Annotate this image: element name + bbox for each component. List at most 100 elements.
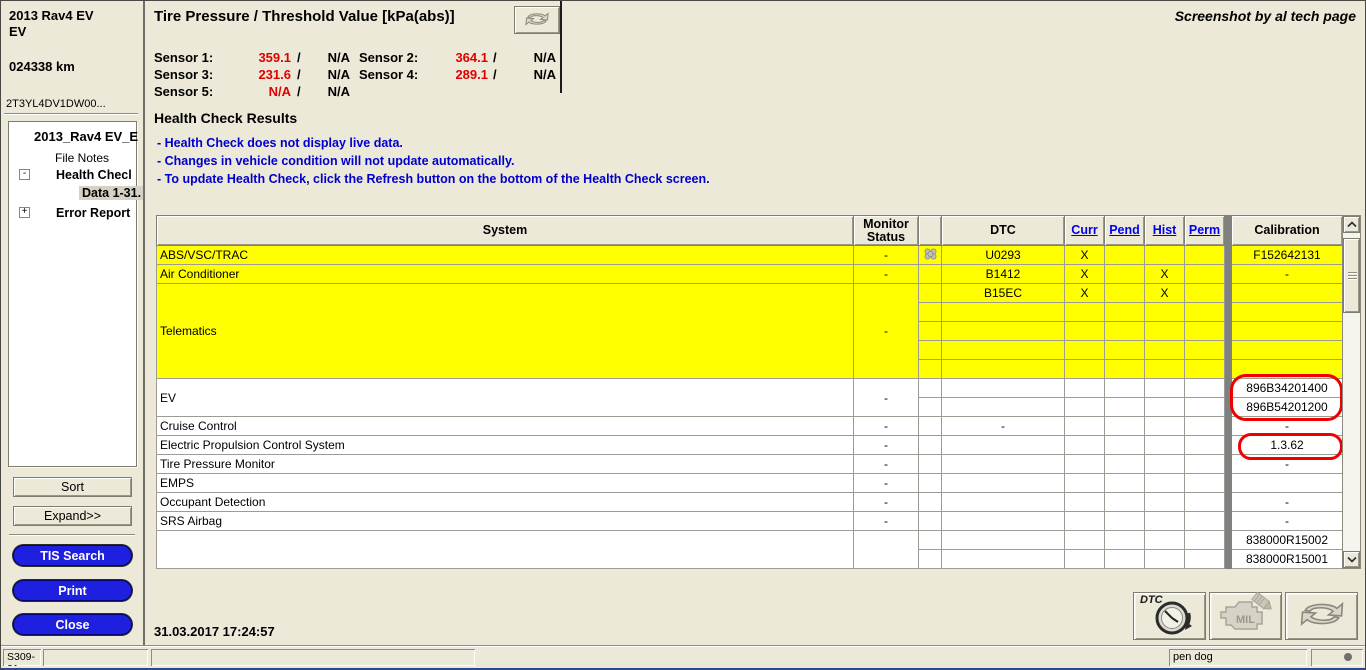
chevron-up-icon[interactable] — [1343, 216, 1360, 233]
table-row[interactable]: Air Conditioner - B1412 X X - — [157, 265, 1343, 284]
tree-collapse-icon[interactable]: - — [19, 169, 30, 180]
col-calibration: Calibration — [1232, 216, 1343, 246]
table-row[interactable]: ABS/VSC/TRAC - U0293 X F152642131 — [157, 246, 1343, 265]
column-divider — [1225, 455, 1232, 474]
sensor1-label: Sensor 1: — [154, 50, 213, 65]
col-perm-link[interactable]: Perm — [1185, 216, 1225, 246]
table-row[interactable]: Tire Pressure Monitor - - — [157, 455, 1343, 474]
dtc-cell — [942, 322, 1065, 341]
dtc-cell: B15EC — [942, 284, 1065, 303]
close-button[interactable]: Close — [13, 614, 132, 635]
monitor-cell: - — [854, 455, 919, 474]
separator: / — [493, 50, 497, 65]
hist-cell — [1145, 455, 1185, 474]
column-divider — [1225, 246, 1232, 265]
sort-button[interactable]: Sort — [13, 477, 132, 497]
column-divider — [1225, 341, 1232, 360]
table-row[interactable]: Occupant Detection - - — [157, 493, 1343, 512]
system-cell: Cruise Control — [157, 417, 854, 436]
print-button[interactable]: Print — [13, 580, 132, 601]
dtc-cell — [942, 531, 1065, 550]
divider — [1, 645, 1366, 647]
col-monitor-status: Monitor Status — [854, 216, 919, 246]
vehicle-title: 2013 Rav4 EV EV — [9, 8, 139, 40]
health-check-note: - To update Health Check, click the Refr… — [157, 172, 710, 186]
system-cell: EMPS — [157, 474, 854, 493]
pend-cell — [1105, 246, 1145, 265]
pend-cell — [1105, 493, 1145, 512]
curr-cell — [1065, 303, 1105, 322]
column-divider — [1225, 303, 1232, 322]
table-row[interactable]: SRS Airbag - - — [157, 512, 1343, 531]
refresh-button[interactable] — [1285, 592, 1358, 640]
mil-button[interactable]: MIL — [1209, 592, 1282, 640]
system-cell: Tire Pressure Monitor — [157, 455, 854, 474]
perm-cell — [1185, 322, 1225, 341]
icon-cell — [919, 284, 942, 303]
pend-cell — [1105, 322, 1145, 341]
table-row[interactable]: EMPS - — [157, 474, 1343, 493]
curr-cell — [1065, 512, 1105, 531]
col-hist-link[interactable]: Hist — [1145, 216, 1185, 246]
pend-cell — [1105, 341, 1145, 360]
sensor1-value: 359.1 — [211, 50, 291, 65]
tree-item-file-notes[interactable]: File Notes — [55, 151, 109, 165]
table-header-row: System Monitor Status DTC Curr Pend Hist… — [157, 216, 1343, 246]
separator: / — [493, 67, 497, 82]
pend-cell — [1105, 303, 1145, 322]
mil-engine-icon: MIL — [1216, 592, 1276, 641]
expand-button[interactable]: Expand>> — [13, 506, 132, 526]
table-row[interactable]: 838000R15002 — [157, 531, 1343, 550]
curr-cell — [1065, 360, 1105, 379]
system-cell: Electric Propulsion Control System — [157, 436, 854, 455]
curr-cell — [1065, 531, 1105, 550]
timestamp: 31.03.2017 17:24:57 — [154, 624, 275, 639]
tire-refresh-button[interactable] — [514, 6, 560, 34]
scrollbar-thumb[interactable] — [1343, 238, 1360, 313]
curr-cell — [1065, 341, 1105, 360]
section-divider — [560, 1, 562, 93]
chevron-down-icon[interactable] — [1343, 551, 1360, 568]
column-divider — [1225, 550, 1232, 569]
tree-item-health-check[interactable]: Health Checl — [56, 168, 132, 182]
col-curr-link[interactable]: Curr — [1065, 216, 1105, 246]
pend-cell — [1105, 379, 1145, 398]
divider — [4, 113, 138, 115]
icon-cell — [919, 436, 942, 455]
column-divider — [1225, 216, 1232, 246]
calibration-cell: 838000R15001 — [1232, 550, 1343, 569]
icon-cell — [919, 398, 942, 417]
monitor-cell: - — [854, 379, 919, 417]
monitor-cell: - — [854, 436, 919, 455]
curr-cell: X — [1065, 265, 1105, 284]
pend-cell — [1105, 550, 1145, 569]
column-divider — [1225, 417, 1232, 436]
health-check-table: System Monitor Status DTC Curr Pend Hist… — [156, 215, 1343, 569]
column-divider — [1225, 436, 1232, 455]
dtc-cell — [942, 436, 1065, 455]
system-cell: Telematics — [157, 284, 854, 379]
tree-expand-icon[interactable]: + — [19, 207, 30, 218]
tree-item-error-report[interactable]: Error Report — [56, 206, 130, 220]
tree-item-data-selected[interactable]: Data 1-31. — [79, 186, 144, 200]
icon-cell — [919, 341, 942, 360]
icon-cell — [919, 417, 942, 436]
table-row[interactable]: Telematics - B15EC X X — [157, 284, 1343, 303]
table-row[interactable]: EV - 896B34201400 — [157, 379, 1343, 398]
hist-cell — [1145, 493, 1185, 512]
icon-cell — [919, 265, 942, 284]
table-row[interactable]: Electric Propulsion Control System - 1.3… — [157, 436, 1343, 455]
dtc-timer-button[interactable]: DTC — [1133, 592, 1206, 640]
tis-search-button[interactable]: TIS Search — [13, 545, 132, 566]
monitor-cell: - — [854, 284, 919, 379]
table-row[interactable]: Cruise Control - - - — [157, 417, 1343, 436]
tree-root-session[interactable]: 2013_Rav4 EV_E — [34, 129, 138, 144]
separator: / — [297, 84, 301, 99]
panel-divider — [143, 1, 145, 646]
pend-cell — [1105, 417, 1145, 436]
icon-cell — [919, 531, 942, 550]
col-pend-link[interactable]: Pend — [1105, 216, 1145, 246]
sensor4-value: 289.1 — [416, 67, 488, 82]
health-check-note: - Changes in vehicle condition will not … — [157, 154, 514, 168]
table-scrollbar[interactable] — [1342, 215, 1361, 569]
